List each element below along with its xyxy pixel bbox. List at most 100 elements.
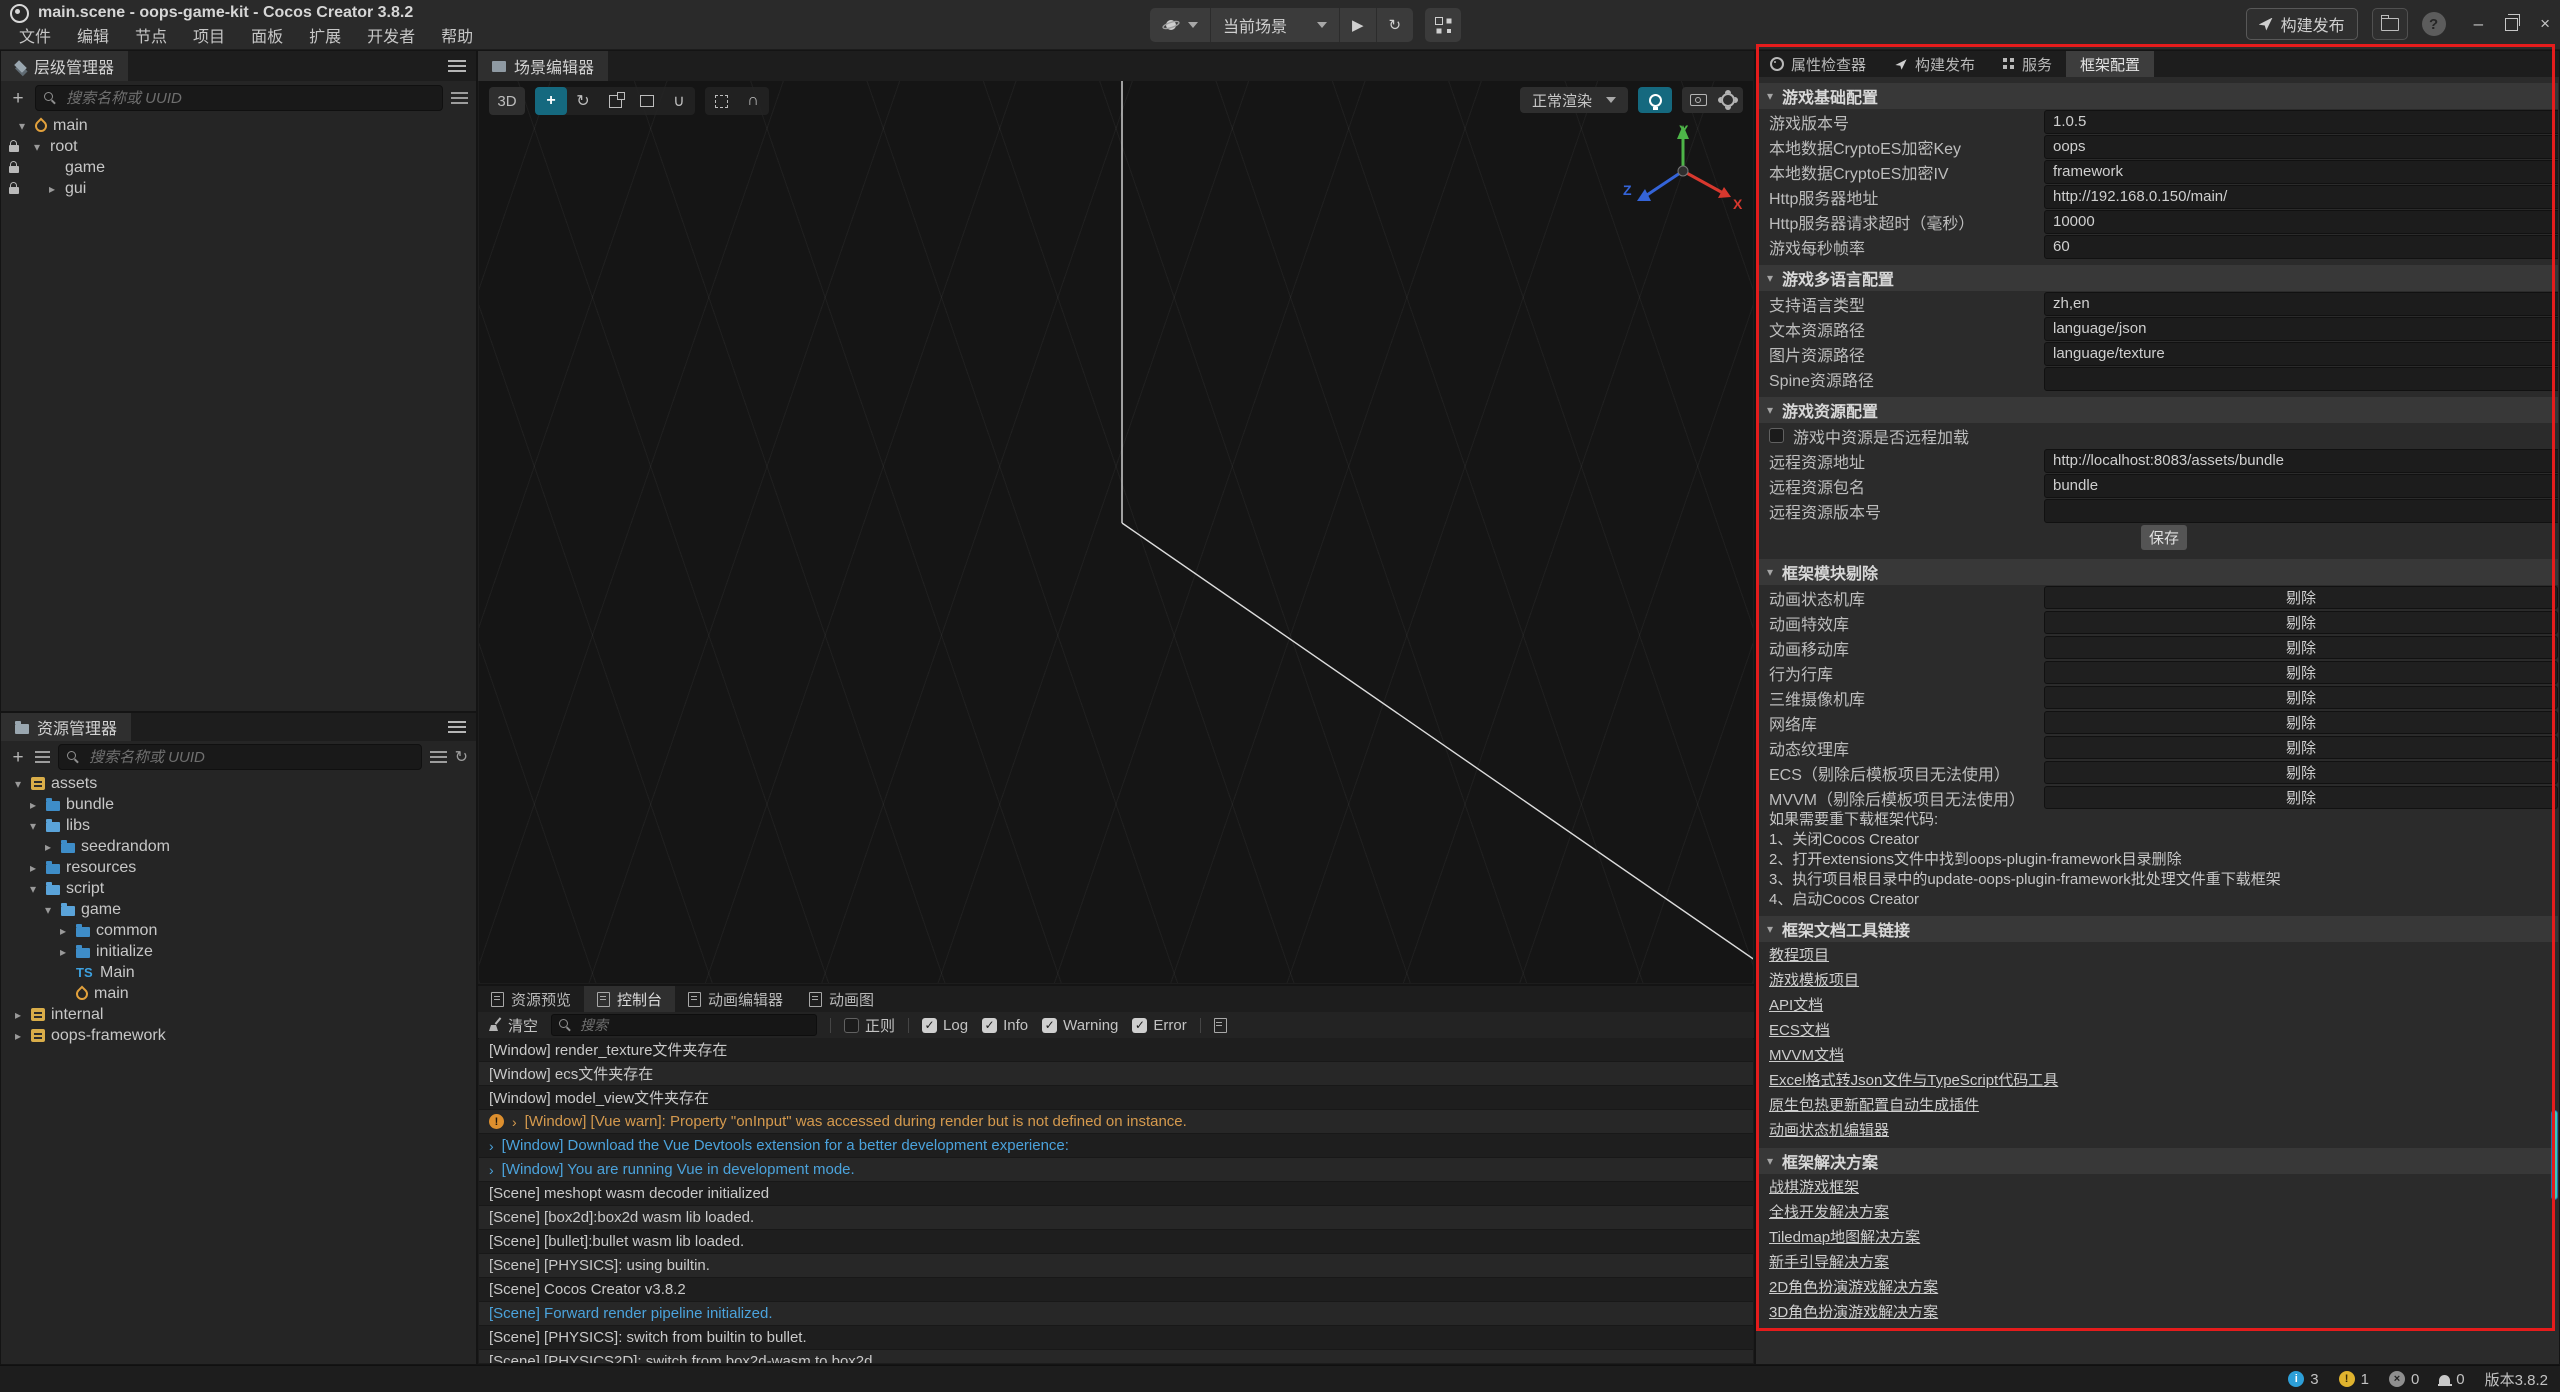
section-header[interactable]: ▾游戏基础配置 <box>1757 83 2558 109</box>
tree-node[interactable]: ▾libs <box>1 815 476 836</box>
filter-log[interactable]: ✓Log <box>922 1017 968 1034</box>
tree-arrow-icon[interactable]: ▸ <box>26 861 40 875</box>
render-mode-select[interactable]: 正常渲染 <box>1520 87 1628 113</box>
tree-node[interactable]: ▾script <box>1 878 476 899</box>
info-count[interactable]: i 3 <box>2288 1371 2318 1388</box>
doc-link[interactable]: 3D角色扮演游戏解决方案 <box>1769 1301 1938 1322</box>
doc-link[interactable]: API文档 <box>1769 994 1823 1015</box>
remove-module-button[interactable]: 剔除 <box>2044 636 2558 659</box>
doc-link[interactable]: 全栈开发解决方案 <box>1769 1201 1889 1222</box>
doc-link[interactable]: MVVM文档 <box>1769 1044 1844 1065</box>
toggle-3d-button[interactable]: 3D <box>489 87 525 115</box>
hierarchy-search-input[interactable] <box>64 89 434 108</box>
restore-button[interactable] <box>2505 18 2518 31</box>
filter-icon[interactable] <box>451 92 468 104</box>
tree-arrow-icon[interactable]: ▸ <box>41 840 55 854</box>
menu-item[interactable]: 项目 <box>180 26 238 50</box>
log-row[interactable]: [Scene] [PHYSICS]: switch from builtin t… <box>479 1326 1753 1350</box>
log-file-icon[interactable] <box>1214 1018 1227 1033</box>
help-button[interactable]: ? <box>2422 12 2446 36</box>
error-count[interactable]: × 0 <box>2389 1371 2419 1388</box>
tree-node[interactable]: ▸bundle <box>1 794 476 815</box>
menu-item[interactable]: 扩展 <box>296 26 354 50</box>
tree-arrow-icon[interactable]: ▸ <box>56 945 70 959</box>
preview-qr-button[interactable] <box>1425 8 1461 42</box>
log-row[interactable]: [Scene] Cocos Creator v3.8.2 <box>479 1278 1753 1302</box>
tree-arrow-icon[interactable]: ▾ <box>41 903 55 917</box>
log-row[interactable]: [Scene] meshopt wasm decoder initialized <box>479 1182 1753 1206</box>
config-input[interactable] <box>2044 449 2558 473</box>
tree-arrow-icon[interactable]: ▾ <box>30 140 44 154</box>
menu-item[interactable]: 节点 <box>122 26 180 50</box>
config-input[interactable] <box>2044 317 2558 341</box>
inspector-tab-1[interactable]: 属性检查器 <box>1756 51 1880 77</box>
assets-search[interactable] <box>58 744 422 770</box>
tree-arrow-icon[interactable]: ▾ <box>26 882 40 896</box>
console-tab-4[interactable]: 动画图 <box>796 986 887 1012</box>
regex-checkbox[interactable]: 正则 <box>844 1015 895 1036</box>
menu-item[interactable]: 开发者 <box>354 26 428 50</box>
log-row[interactable]: !›[Window] [Vue warn]: Property "onInput… <box>479 1110 1753 1134</box>
console-tab-1[interactable]: 资源预览 <box>478 986 584 1012</box>
log-row[interactable]: [Window] model_view文件夹存在 <box>479 1086 1753 1110</box>
menu-item[interactable]: 帮助 <box>428 26 486 50</box>
filter-error[interactable]: ✓Error <box>1132 1017 1186 1034</box>
log-row[interactable]: ›[Window] You are running Vue in develop… <box>479 1158 1753 1182</box>
remove-module-button[interactable]: 剔除 <box>2044 786 2558 809</box>
rotate-tool-button[interactable]: ↻ <box>567 87 599 115</box>
config-input[interactable] <box>2044 110 2558 134</box>
config-input[interactable] <box>2044 367 2558 391</box>
config-input[interactable] <box>2044 160 2558 184</box>
panel-menu-icon[interactable] <box>448 721 466 734</box>
create-asset-button[interactable]: + <box>9 748 27 767</box>
inspector-tab-3[interactable]: 服务 <box>1989 51 2066 77</box>
doc-link[interactable]: Tiledmap地图解决方案 <box>1769 1226 1920 1247</box>
tree-node[interactable]: main <box>1 983 476 1004</box>
config-input[interactable] <box>2044 474 2558 498</box>
transform-tool-button[interactable]: ∪ <box>663 87 695 115</box>
remove-module-button[interactable]: 剔除 <box>2044 736 2558 759</box>
log-row[interactable]: [Window] ecs文件夹存在 <box>479 1062 1753 1086</box>
menu-item[interactable]: 编辑 <box>64 26 122 50</box>
doc-link[interactable]: 教程项目 <box>1769 944 1829 965</box>
gear-icon[interactable] <box>1721 93 1735 107</box>
config-input[interactable] <box>2044 210 2558 234</box>
tree-node[interactable]: ▸initialize <box>1 941 476 962</box>
log-row[interactable]: [Scene] [box2d]:box2d wasm lib loaded. <box>479 1206 1753 1230</box>
tree-node[interactable]: ▸common <box>1 920 476 941</box>
filter-info[interactable]: ✓Info <box>982 1017 1028 1034</box>
tree-arrow-icon[interactable]: ▾ <box>26 819 40 833</box>
menu-item[interactable]: 文件 <box>6 26 64 50</box>
log-row[interactable]: [Scene] [PHYSICS]: using builtin. <box>479 1254 1753 1278</box>
tree-arrow-icon[interactable]: ▸ <box>11 1029 25 1043</box>
doc-link[interactable]: 动画状态机编辑器 <box>1769 1119 1889 1140</box>
tree-node[interactable]: ▸resources <box>1 857 476 878</box>
log-row[interactable]: [Window] render_texture文件夹存在 <box>479 1038 1753 1062</box>
doc-link[interactable]: 新手引导解决方案 <box>1769 1251 1889 1272</box>
console-search-input[interactable] <box>578 1016 809 1034</box>
log-row[interactable]: [Scene] Forward render pipeline initiali… <box>479 1302 1753 1326</box>
doc-link[interactable]: 游戏模板项目 <box>1769 969 1859 990</box>
config-input[interactable] <box>2044 499 2558 523</box>
tree-node[interactable]: ▾game <box>1 899 476 920</box>
refresh-icon[interactable]: ↻ <box>455 747 468 767</box>
tree-arrow-icon[interactable]: ▸ <box>11 1008 25 1022</box>
panel-menu-icon[interactable] <box>448 60 466 73</box>
notification-count[interactable]: 0 <box>2439 1371 2464 1388</box>
minimize-button[interactable]: – <box>2474 14 2483 34</box>
tree-node[interactable]: ▾main <box>1 115 476 136</box>
remove-module-button[interactable]: 剔除 <box>2044 661 2558 684</box>
tree-node[interactable]: ▾assets <box>1 773 476 794</box>
assets-tab[interactable]: 资源管理器 <box>1 713 131 741</box>
config-input[interactable] <box>2044 135 2558 159</box>
tree-node[interactable]: TSMain <box>1 962 476 983</box>
section-header[interactable]: ▾游戏多语言配置 <box>1757 265 2558 291</box>
tree-node[interactable]: game <box>1 157 476 178</box>
tree-arrow-icon[interactable]: ▸ <box>45 182 59 196</box>
scene-viewport[interactable]: Y X Z 3D + ↻ ∪ ∩ 正常渲 <box>479 81 1753 983</box>
coordinate-button[interactable]: ∩ <box>737 87 769 115</box>
tree-node[interactable]: ▸seedrandom <box>1 836 476 857</box>
doc-link[interactable]: 2D角色扮演游戏解决方案 <box>1769 1276 1938 1297</box>
doc-link[interactable]: 原生包热更新配置自动生成插件 <box>1769 1094 1979 1115</box>
build-publish-button[interactable]: 构建发布 <box>2246 8 2358 40</box>
